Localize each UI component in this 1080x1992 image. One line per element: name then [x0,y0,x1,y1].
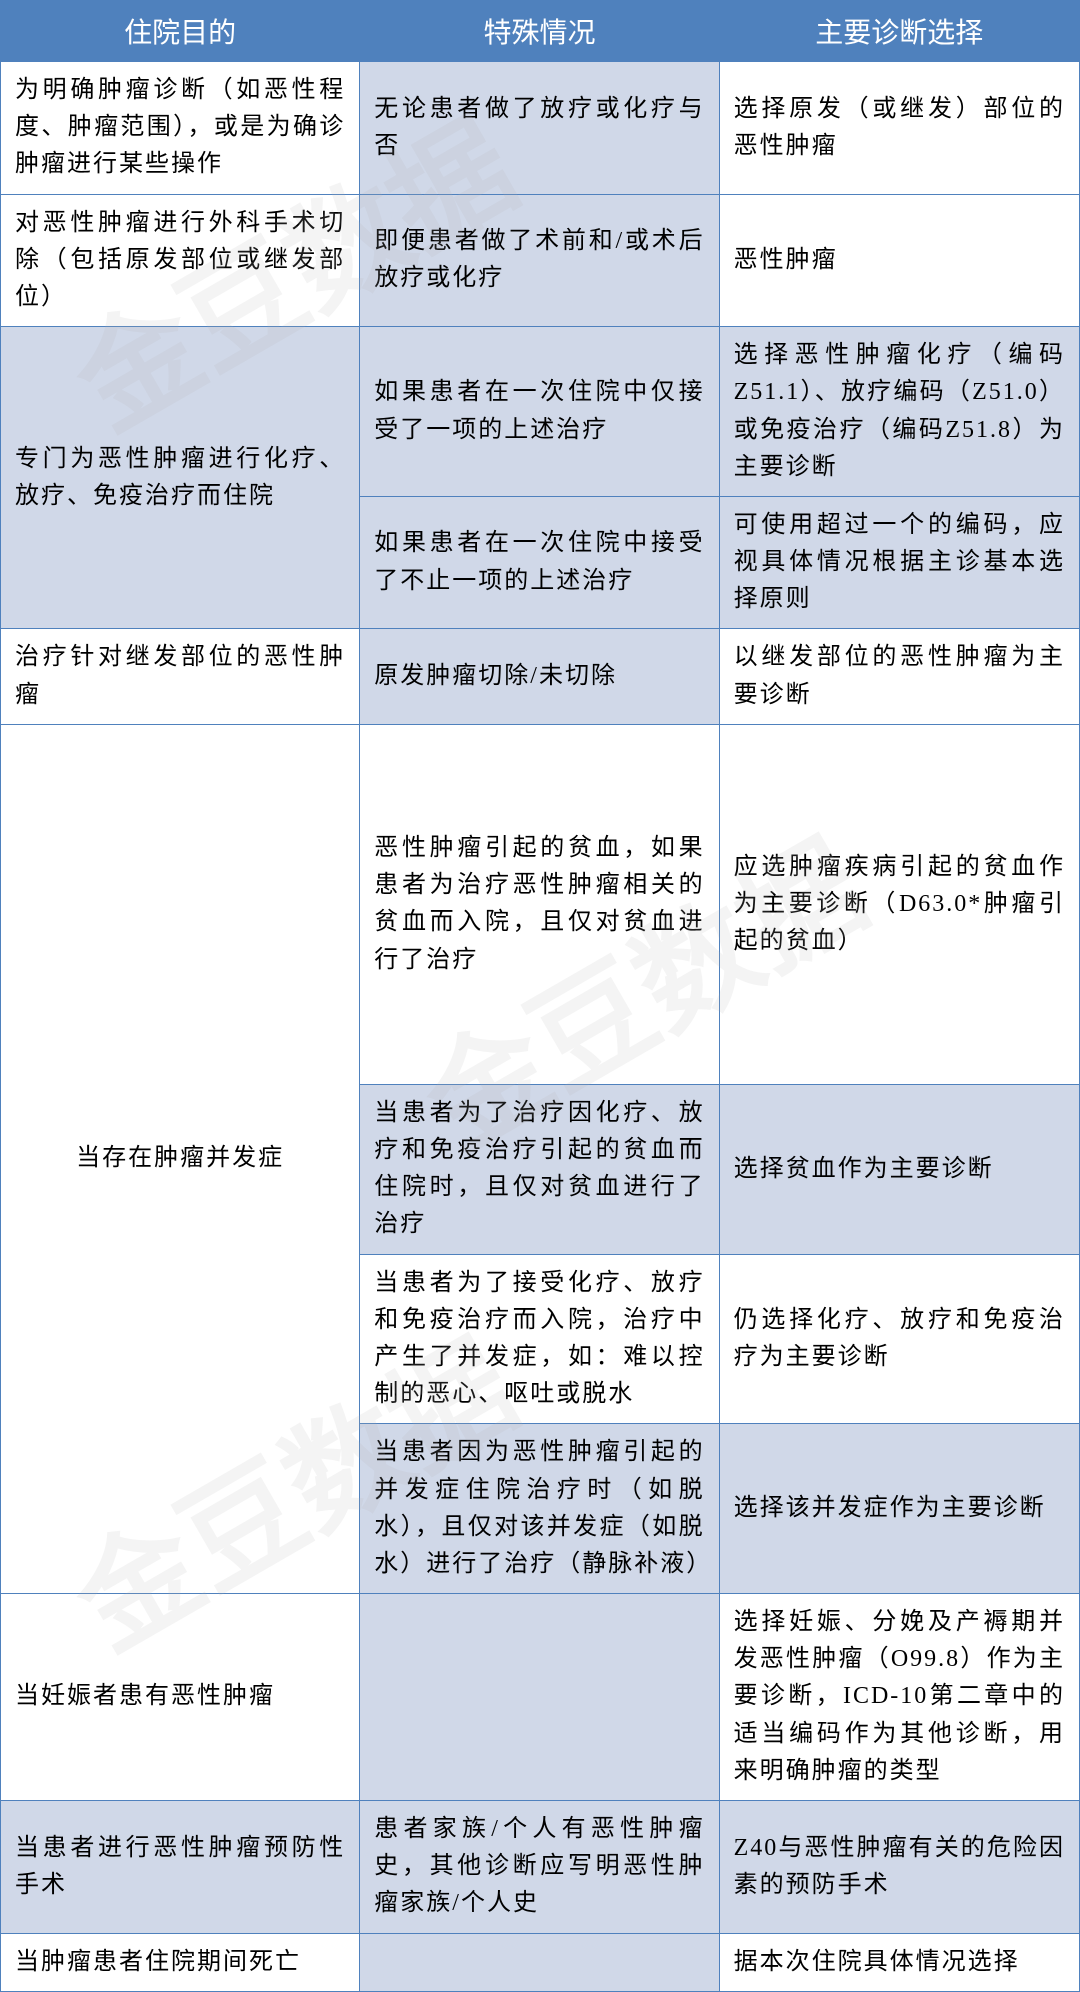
cell-purpose: 当肿瘤患者住院期间死亡 [1,1933,360,1991]
cell-special: 如果患者在一次住院中接受了不止一项的上述治疗 [360,496,719,629]
cell-special: 患者家族/个人有恶性肿瘤史，其他诊断应写明恶性肿瘤家族/个人史 [360,1801,719,1934]
cell-diagnosis: 可使用超过一个的编码，应视具体情况根据主诊基本选择原则 [719,496,1079,629]
cell-diagnosis: 选择该并发症作为主要诊断 [719,1424,1079,1594]
table-row: 对恶性肿瘤进行外科手术切除（包括原发部位或继发部位） 即便患者做了术前和/或术后… [1,194,1080,327]
cell-special: 无论患者做了放疗或化疗与否 [360,62,719,195]
cell-diagnosis: 仍选择化疗、放疗和免疫治疗为主要诊断 [719,1254,1079,1424]
cell-special: 恶性肿瘤引起的贫血，如果患者为治疗恶性肿瘤相关的贫血而入院，且仅对贫血进行了治疗 [360,724,719,1084]
cell-purpose: 专门为恶性肿瘤进行化疗、放疗、免疫治疗而住院 [1,327,360,629]
table-row: 当患者进行恶性肿瘤预防性手术 患者家族/个人有恶性肿瘤史，其他诊断应写明恶性肿瘤… [1,1801,1080,1934]
cell-diagnosis: 选择恶性肿瘤化疗（编码Z51.1）、放疗编码（Z51.0）或免疫治疗（编码Z51… [719,327,1079,497]
cell-purpose: 当患者进行恶性肿瘤预防性手术 [1,1801,360,1934]
cell-special: 当患者为了接受化疗、放疗和免疫治疗而入院，治疗中产生了并发症，如：难以控制的恶心… [360,1254,719,1424]
cell-purpose: 对恶性肿瘤进行外科手术切除（包括原发部位或继发部位） [1,194,360,327]
cell-diagnosis: 选择贫血作为主要诊断 [719,1084,1079,1254]
cell-special [360,1933,719,1991]
cell-diagnosis: 恶性肿瘤 [719,194,1079,327]
table-row: 当存在肿瘤并发症 恶性肿瘤引起的贫血，如果患者为治疗恶性肿瘤相关的贫血而入院，且… [1,724,1080,1084]
table-row: 当妊娠者患有恶性肿瘤 选择妊娠、分娩及产褥期并发恶性肿瘤（O99.8）作为主要诊… [1,1594,1080,1801]
cell-purpose: 当妊娠者患有恶性肿瘤 [1,1594,360,1801]
cell-purpose: 治疗针对继发部位的恶性肿瘤 [1,629,360,724]
diagnosis-table: 住院目的 特殊情况 主要诊断选择 为明确肿瘤诊断（如恶性程度、肿瘤范围），或是为… [0,0,1080,1992]
cell-special: 当患者为了治疗因化疗、放疗和免疫治疗引起的贫血而住院时，且仅对贫血进行了治疗 [360,1084,719,1254]
cell-diagnosis: 选择原发（或继发）部位的恶性肿瘤 [719,62,1079,195]
cell-special: 当患者因为恶性肿瘤引起的并发症住院治疗时（如脱水），且仅对该并发症（如脱水）进行… [360,1424,719,1594]
cell-special: 即便患者做了术前和/或术后放疗或化疗 [360,194,719,327]
cell-purpose: 当存在肿瘤并发症 [1,724,360,1593]
table-row: 专门为恶性肿瘤进行化疗、放疗、免疫治疗而住院 如果患者在一次住院中仅接受了一项的… [1,327,1080,497]
table-row: 当肿瘤患者住院期间死亡 据本次住院具体情况选择 [1,1933,1080,1991]
header-special: 特殊情况 [360,1,719,62]
table-header-row: 住院目的 特殊情况 主要诊断选择 [1,1,1080,62]
cell-special [360,1594,719,1801]
table-row: 为明确肿瘤诊断（如恶性程度、肿瘤范围），或是为确诊肿瘤进行某些操作 无论患者做了… [1,62,1080,195]
cell-diagnosis: Z40与恶性肿瘤有关的危险因素的预防手术 [719,1801,1079,1934]
table-row: 治疗针对继发部位的恶性肿瘤 原发肿瘤切除/未切除 以继发部位的恶性肿瘤为主要诊断 [1,629,1080,724]
cell-diagnosis: 据本次住院具体情况选择 [719,1933,1079,1991]
header-diagnosis: 主要诊断选择 [719,1,1079,62]
cell-diagnosis: 应选肿瘤疾病引起的贫血作为主要诊断（D63.0*肿瘤引起的贫血） [719,724,1079,1084]
cell-special: 如果患者在一次住院中仅接受了一项的上述治疗 [360,327,719,497]
cell-diagnosis: 以继发部位的恶性肿瘤为主要诊断 [719,629,1079,724]
cell-purpose: 为明确肿瘤诊断（如恶性程度、肿瘤范围），或是为确诊肿瘤进行某些操作 [1,62,360,195]
cell-special: 原发肿瘤切除/未切除 [360,629,719,724]
cell-diagnosis: 选择妊娠、分娩及产褥期并发恶性肿瘤（O99.8）作为主要诊断，ICD-10第二章… [719,1594,1079,1801]
header-purpose: 住院目的 [1,1,360,62]
